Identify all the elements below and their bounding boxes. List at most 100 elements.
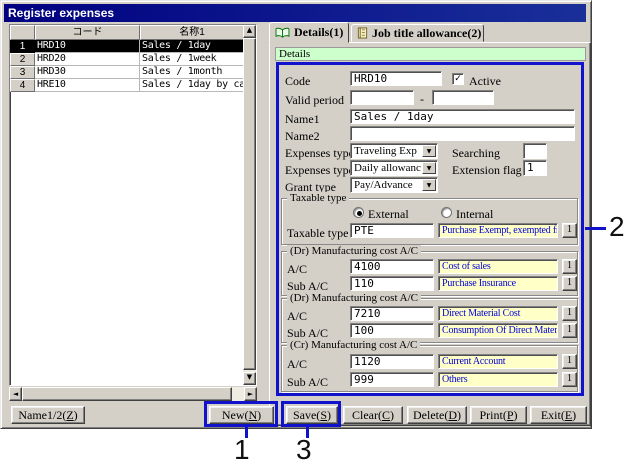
valid-period-to-input[interactable] <box>432 90 494 105</box>
column-header-name1[interactable]: 名称1 <box>140 25 244 40</box>
searching-input[interactable] <box>523 143 547 159</box>
taxable-type-desc-field: Purchase Exempt, exempted from <box>438 223 558 238</box>
subac-label: Sub A/C <box>287 375 328 390</box>
column-header-code[interactable]: コード <box>35 25 140 40</box>
tab-details-label: Details(1) <box>294 25 343 40</box>
cr-group-legend: (Cr) Manufacturing cost A/C <box>287 339 420 351</box>
taxable-type-label: Taxable type <box>287 226 348 241</box>
ac-label: A/C <box>287 309 307 324</box>
taxable-lookup-button[interactable]: 1 <box>562 223 577 238</box>
subac-lookup-button[interactable]: 1 <box>562 323 577 338</box>
column-header-rownum[interactable] <box>10 25 35 40</box>
row-code[interactable]: HRD30 <box>35 66 140 79</box>
row-name[interactable]: Sales / 1day <box>140 40 244 53</box>
callout-number-1: 1 <box>234 436 250 464</box>
new-button[interactable]: New(N) <box>209 406 274 424</box>
expenses-type1-label: Expenses type <box>285 146 354 161</box>
chevron-down-icon[interactable]: ▼ <box>422 145 436 157</box>
row-code[interactable]: HRE10 <box>35 79 140 92</box>
callout-number-2: 2 <box>609 213 625 241</box>
delete-button[interactable]: Delete(D) <box>407 406 467 424</box>
row-number: 4 <box>10 79 35 92</box>
scroll-down-icon[interactable]: ▼ <box>243 372 256 385</box>
window-titlebar: Register expenses <box>4 4 586 22</box>
name1-label: Name1 <box>285 112 320 127</box>
chevron-down-icon[interactable]: ▼ <box>422 162 436 174</box>
expenses-type1-select[interactable]: Traveling Exp ▼ <box>350 143 438 159</box>
searching-label: Searching <box>452 146 500 161</box>
ac-input[interactable]: 1120 <box>350 354 434 369</box>
active-label: Active <box>469 74 501 89</box>
ac-lookup-button[interactable]: 1 <box>562 259 577 274</box>
ac-lookup-button[interactable]: 1 <box>562 306 577 321</box>
name12-button[interactable]: Name1/2(Z) <box>11 406 85 424</box>
valid-period-from-input[interactable] <box>350 90 414 105</box>
vscroll-thumb[interactable] <box>243 38 256 370</box>
ac-label: A/C <box>287 357 307 372</box>
list-row-hrd20[interactable]: 2 HRD20 Sales / 1week <box>10 53 256 66</box>
expenses-type1-value: Traveling Exp <box>354 145 421 158</box>
extension-flag-label: Extension flag <box>452 163 522 178</box>
subac-input[interactable]: 999 <box>350 372 434 387</box>
name2-label: Name2 <box>285 129 320 144</box>
save-button[interactable]: Save(S) <box>286 406 338 424</box>
tab-details[interactable]: Details(1) <box>269 22 349 43</box>
row-number: 2 <box>10 53 35 66</box>
grant-type-value: Pay/Advance <box>354 179 421 192</box>
internal-radio-label[interactable]: Internal <box>456 207 493 222</box>
callout-number-3: 3 <box>296 436 312 464</box>
subac-lookup-button[interactable]: 1 <box>562 372 577 387</box>
grant-type-select[interactable]: Pay/Advance ▼ <box>350 177 438 193</box>
taxable-type-input[interactable]: PTE <box>350 223 434 238</box>
list-row-hrd30[interactable]: 3 HRD30 Sales / 1month <box>10 66 256 79</box>
tab-job-title-allowance[interactable]: Job title allowance(2) <box>351 24 484 42</box>
row-code[interactable]: HRD20 <box>35 53 140 66</box>
ac-lookup-button[interactable]: 1 <box>562 354 577 369</box>
scroll-up-icon[interactable]: ▲ <box>243 25 256 38</box>
extension-flag-input[interactable]: 1 <box>523 160 547 176</box>
subac-lookup-button[interactable]: 1 <box>562 276 577 291</box>
expenses-type2-select[interactable]: Daily allowance ▼ <box>350 160 438 176</box>
row-number: 1 <box>10 40 35 53</box>
dr-group1-legend: (Dr) Manufacturing cost A/C <box>287 245 421 257</box>
active-checkbox[interactable]: ✓ <box>452 73 464 85</box>
list-row-hrd10[interactable]: 1 HRD10 Sales / 1day <box>10 40 256 53</box>
external-radio-label[interactable]: External <box>368 207 409 222</box>
code-input[interactable]: HRD10 <box>350 71 442 86</box>
subac-desc-field: Purchase Insurance <box>438 276 558 291</box>
print-button[interactable]: Print(P) <box>470 406 527 424</box>
list-horizontal-scrollbar[interactable]: ◄ ► <box>9 387 257 401</box>
clear-button[interactable]: Clear(C) <box>343 406 403 424</box>
ac-input[interactable]: 7210 <box>350 306 434 321</box>
ac-desc-field: Direct Material Cost <box>438 306 558 321</box>
open-book-icon <box>275 27 290 39</box>
list-vertical-scrollbar[interactable]: ▲ ▼ <box>243 25 256 385</box>
details-section-header: Details <box>275 47 586 61</box>
taxable-type-legend: Taxable type <box>287 192 349 204</box>
list-row-hre10[interactable]: 4 HRE10 Sales / 1day by car <box>10 79 256 92</box>
row-code[interactable]: HRD10 <box>35 40 140 53</box>
name1-input[interactable]: Sales / 1day <box>350 109 575 124</box>
ac-desc-field: Cost of sales <box>438 259 558 274</box>
window-title: Register expenses <box>8 6 114 20</box>
scroll-left-icon[interactable]: ◄ <box>9 387 22 401</box>
name2-input[interactable] <box>350 126 575 141</box>
row-name[interactable]: Sales / 1month <box>140 66 244 79</box>
ac-input[interactable]: 4100 <box>350 259 434 274</box>
row-name[interactable]: Sales / 1week <box>140 53 244 66</box>
chevron-down-icon[interactable]: ▼ <box>422 179 436 191</box>
expenses-list[interactable]: コード 名称1 1 HRD10 Sales / 1day 2 HRD20 Sal… <box>9 24 257 386</box>
scroll-right-icon[interactable]: ► <box>244 387 257 401</box>
valid-period-separator: - <box>420 92 424 107</box>
hscroll-thumb[interactable] <box>22 387 232 401</box>
exit-button[interactable]: Exit(E) <box>530 406 587 424</box>
row-name[interactable]: Sales / 1day by car <box>140 79 244 92</box>
expenses-type2-label: Expenses type <box>285 163 354 178</box>
checkmark-icon: ✓ <box>454 74 462 84</box>
dr-group2-legend: (Dr) Manufacturing cost A/C <box>287 292 421 304</box>
subac-input[interactable]: 110 <box>350 276 434 291</box>
external-radio[interactable] <box>353 207 364 218</box>
notebook-icon <box>357 27 368 39</box>
internal-radio[interactable] <box>441 207 452 218</box>
subac-input[interactable]: 100 <box>350 323 434 338</box>
